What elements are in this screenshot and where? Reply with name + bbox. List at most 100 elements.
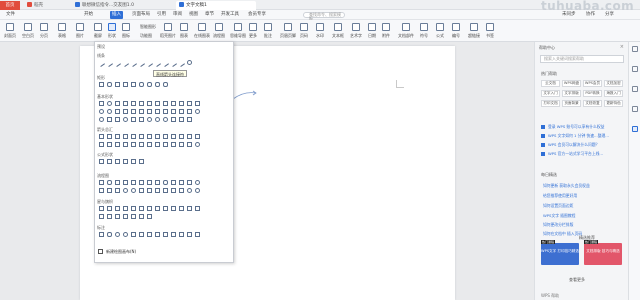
left-up-arrow-icon[interactable] [179, 134, 184, 139]
summing-junction-icon[interactable] [123, 188, 128, 193]
menu-home[interactable]: 开始 [82, 11, 95, 19]
shape-button[interactable]: 形状 [108, 23, 116, 39]
star-6-icon[interactable] [131, 206, 136, 211]
scribble-icon[interactable] [178, 60, 185, 67]
shape-row-lines[interactable] [98, 60, 195, 67]
round-single-icon[interactable] [147, 82, 152, 87]
bracket-pair-icon[interactable] [179, 117, 184, 122]
magnetic-disk-icon[interactable] [195, 188, 200, 193]
accent-callout-2-icon[interactable] [171, 232, 176, 237]
shape-row-equation[interactable] [99, 159, 147, 166]
octagon-icon[interactable] [179, 101, 184, 106]
star-24-icon[interactable] [179, 206, 184, 211]
quad-arrow-icon[interactable] [147, 134, 152, 139]
vertical-scroll-icon[interactable] [123, 214, 128, 219]
bent-up-arrow-icon[interactable] [187, 134, 192, 139]
curved-ribbon-up-icon[interactable] [107, 214, 112, 219]
document-shape-icon[interactable] [147, 180, 152, 185]
chevron-icon[interactable] [147, 142, 152, 147]
or-icon[interactable] [131, 188, 136, 193]
hot-chip[interactable]: 文档加密 [604, 80, 623, 87]
round-same-side-icon[interactable] [155, 82, 160, 87]
right-triangle-icon[interactable] [123, 101, 128, 106]
page-break-button[interactable]: 分页 [40, 23, 48, 39]
smart-art-button[interactable]: 智能图形 [140, 24, 156, 30]
left-right-arrow-icon[interactable] [131, 134, 136, 139]
menu-references[interactable]: 引用 [155, 11, 168, 19]
multiply-shape-icon[interactable] [115, 159, 120, 164]
folded-corner-icon[interactable] [115, 117, 120, 122]
lightning-bolt-icon[interactable] [139, 117, 144, 122]
word-art-button[interactable]: 艺术字 [350, 23, 362, 39]
hot-chip[interactable]: 更新特色 [604, 100, 623, 107]
faq-item[interactable]: 登录 WPS 账号可以享有什么权益 [541, 123, 623, 131]
half-frame-icon[interactable] [131, 109, 136, 114]
shape-row-basic-2[interactable] [99, 109, 203, 116]
extract-icon[interactable] [155, 188, 160, 193]
menu-insert[interactable]: 插入 [110, 11, 123, 19]
star-5-icon[interactable] [123, 206, 128, 211]
tip-link[interactable]: 给您推荐使用更好用 [543, 193, 577, 199]
select-icon[interactable] [632, 46, 638, 52]
attachment-button[interactable]: 附件 [382, 23, 390, 39]
right-arrow-icon[interactable] [99, 134, 104, 139]
curve-connector-icon[interactable] [138, 60, 145, 67]
star-32-icon[interactable] [187, 206, 192, 211]
rounded-rectangle-icon[interactable] [107, 82, 112, 87]
star-16-icon[interactable] [171, 206, 176, 211]
tip-link[interactable]: 如何更改分栏排版 [543, 222, 573, 228]
bent-arrow-icon[interactable] [163, 134, 168, 139]
rectangular-callout-icon[interactable] [99, 232, 104, 237]
l-shape-icon[interactable] [139, 109, 144, 114]
shape-row-basic-3[interactable] [99, 117, 195, 124]
arc-icon[interactable] [171, 117, 176, 122]
direct-access-storage-icon[interactable] [187, 188, 192, 193]
curved-ribbon-down-icon[interactable] [115, 214, 120, 219]
pen-icon[interactable] [632, 66, 638, 72]
up-arrow-callout-icon[interactable] [171, 142, 176, 147]
brace-pair-icon[interactable] [187, 117, 192, 122]
settings-icon[interactable] [632, 106, 638, 112]
notched-right-arrow-icon[interactable] [131, 142, 136, 147]
cloud-callout-icon[interactable] [123, 232, 128, 237]
shape-row-arrows-1[interactable] [99, 134, 203, 141]
right-arrow-callout-icon[interactable] [155, 142, 160, 147]
more-button[interactable]: 更多 [249, 23, 257, 39]
screenshot-button[interactable]: 截屏 [94, 23, 102, 39]
star-12-icon[interactable] [163, 206, 168, 211]
star-10-icon[interactable] [155, 206, 160, 211]
can-icon[interactable] [171, 109, 176, 114]
course-banner[interactable]: 热门课程 文档排版 技巧与精选 [584, 240, 622, 265]
collaborate-button[interactable]: 协作 [584, 11, 597, 19]
tip-link[interactable]: WPS文字 插图教程 [543, 213, 575, 219]
merge-icon[interactable] [163, 188, 168, 193]
hot-chip[interactable]: 打印文档 [541, 100, 560, 107]
shape-row-flowchart-1[interactable] [99, 180, 203, 187]
quad-arrow-callout-icon[interactable] [187, 142, 192, 147]
left-arrow-callout-icon[interactable] [163, 142, 168, 147]
faq-item[interactable]: WPS 会员可以解决什么问题？ [541, 141, 623, 149]
decision-icon[interactable] [115, 180, 120, 185]
tab-daoke[interactable]: 稻壳 [24, 1, 68, 10]
hexagon-icon[interactable] [163, 101, 168, 106]
tab-document-1[interactable]: 联想微信指令...交友图1.0 [72, 1, 172, 10]
help-search-input[interactable]: 搜索入关键词搜索帮助 [540, 55, 624, 63]
star-8-icon[interactable] [147, 206, 152, 211]
wps-home-tab[interactable]: 首页 [0, 1, 20, 10]
curve-icon[interactable] [162, 60, 169, 67]
triangle-icon[interactable] [115, 101, 120, 106]
snip-diagonal-icon[interactable] [131, 82, 136, 87]
manual-input-icon[interactable] [179, 180, 184, 185]
cube-icon[interactable] [179, 109, 184, 114]
terminator-icon[interactable] [163, 180, 168, 185]
see-more-link[interactable]: 查看更多 [569, 277, 585, 283]
curved-up-arrow-icon[interactable] [107, 142, 112, 147]
sync-status[interactable]: 未同步 [560, 11, 578, 19]
border-callout-icon[interactable] [187, 232, 192, 237]
decagon-icon[interactable] [187, 101, 192, 106]
explosion-2-icon[interactable] [107, 206, 112, 211]
hot-chip[interactable]: WPS会员 [583, 80, 602, 87]
internal-storage-icon[interactable] [139, 180, 144, 185]
watermark-button[interactable]: 水印 [316, 23, 324, 39]
shape-row-stars-2[interactable] [99, 214, 155, 221]
